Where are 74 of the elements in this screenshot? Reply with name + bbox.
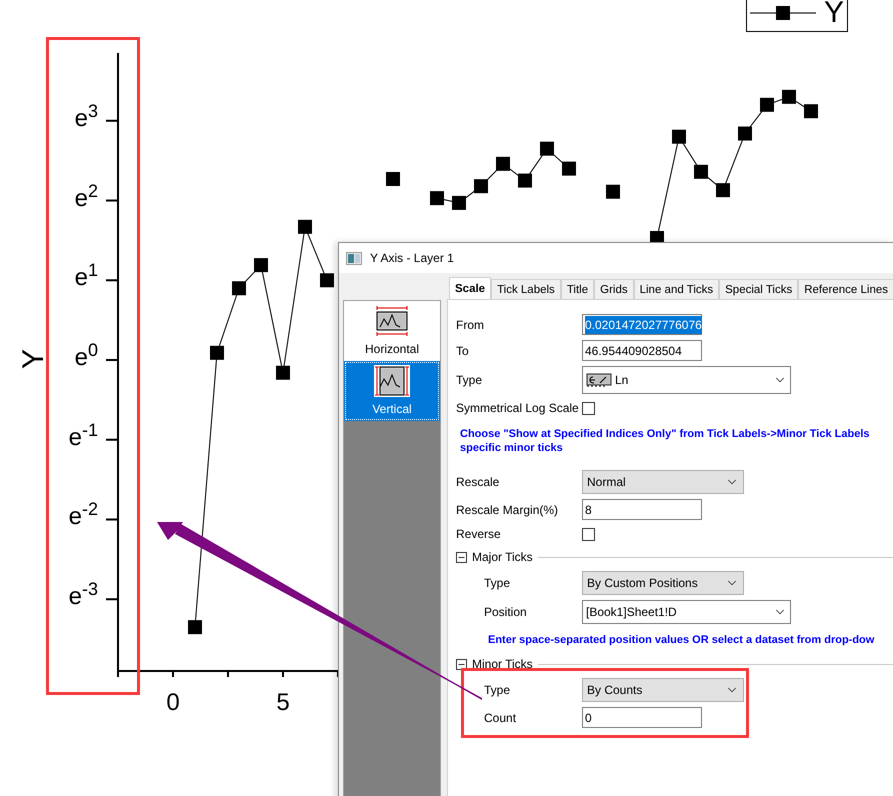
data-marker <box>232 281 246 296</box>
hint-text: Choose "Show at Specified Indices Only" from Tick Labels->Minor Tick Labels specific minor ticks <box>460 427 870 455</box>
data-marker <box>738 126 752 141</box>
tab[interactable]: Line and Ticks <box>634 279 720 299</box>
field-label: Position <box>484 604 528 621</box>
field-label: Type <box>484 575 512 592</box>
data-marker <box>540 142 554 156</box>
tab[interactable]: Title <box>560 279 594 299</box>
data-marker <box>276 366 290 380</box>
legend-label: Y <box>824 0 844 28</box>
data-marker <box>782 90 796 104</box>
data-marker <box>562 162 576 176</box>
combo-box[interactable]: [Book1]Sheet1!D <box>582 600 791 624</box>
text-field[interactable]: 0.0201472027776076 <box>582 314 702 335</box>
field-label: Reverse <box>456 526 502 543</box>
data-marker <box>452 196 466 210</box>
field-label: To <box>456 342 470 360</box>
hint-text: Enter space-separated position values OR select a dataset from drop-dow <box>488 633 876 647</box>
combo-box[interactable]: Ln <box>582 366 791 394</box>
field-label: Type <box>484 682 512 699</box>
text-field[interactable]: 0 <box>582 707 702 728</box>
tab[interactable]: Grids <box>594 279 634 299</box>
axis-icon <box>374 364 410 396</box>
data-marker <box>430 191 444 206</box>
collapse-icon[interactable] <box>456 552 467 562</box>
data-marker <box>474 179 488 194</box>
checkbox[interactable] <box>582 402 595 414</box>
data-marker <box>298 220 312 234</box>
section-heading: Major Ticks <box>472 549 533 566</box>
dropdown[interactable]: By Custom Positions <box>582 571 744 595</box>
tick-label: e$^{3}$ <box>74 106 98 131</box>
tab[interactable]: Reference Lines <box>798 279 893 299</box>
tick-label: 5 <box>275 691 291 715</box>
data-marker <box>210 346 224 360</box>
window-title: Y Axis - Layer 1 <box>370 250 454 267</box>
field-label: Rescale Margin(%) <box>456 502 560 518</box>
data-marker <box>716 183 730 198</box>
tab[interactable]: Tick Labels <box>491 279 561 299</box>
field-label: From <box>456 316 485 334</box>
tab[interactable]: Scale <box>449 277 492 299</box>
axis-icon <box>374 304 410 336</box>
legend-symbol-icon <box>750 5 816 21</box>
data-marker <box>496 156 510 171</box>
checkbox[interactable] <box>582 528 595 540</box>
data-marker <box>254 258 268 272</box>
data-marker <box>804 104 818 118</box>
text-field[interactable]: 8 <box>582 499 702 520</box>
data-marker <box>320 273 334 288</box>
axis-list-item[interactable]: Horizontal <box>344 301 440 361</box>
tick-label: e$^{2}$ <box>74 186 98 211</box>
field-label: Symmetrical Log Scale <box>456 400 580 417</box>
dropdown[interactable]: Normal <box>582 470 744 494</box>
tick-label: e$^{-1}$ <box>68 426 98 450</box>
section-heading: Minor Ticks <box>472 656 533 673</box>
data-marker <box>760 98 774 112</box>
tick-label: e$^{1}$ <box>74 266 98 290</box>
dropdown[interactable]: By Counts <box>582 678 744 702</box>
field-label: Type <box>456 372 484 389</box>
field-label: Rescale <box>456 474 500 491</box>
collapse-icon[interactable] <box>456 658 467 670</box>
tick-label: 0 <box>165 691 181 715</box>
field-label: Count <box>484 710 518 726</box>
axis-list-item[interactable]: Vertical <box>344 361 440 421</box>
text-field[interactable]: 46.954409028504 <box>582 340 702 361</box>
data-marker <box>188 620 202 634</box>
axis-title: Y <box>19 349 49 369</box>
tab[interactable]: Special Ticks <box>719 279 798 299</box>
scale-type-icon <box>586 373 612 387</box>
window-icon <box>346 252 362 264</box>
data-marker <box>386 172 400 186</box>
data-marker <box>606 184 620 199</box>
data-marker <box>672 130 686 144</box>
data-marker <box>518 174 532 188</box>
data-marker <box>694 164 708 179</box>
